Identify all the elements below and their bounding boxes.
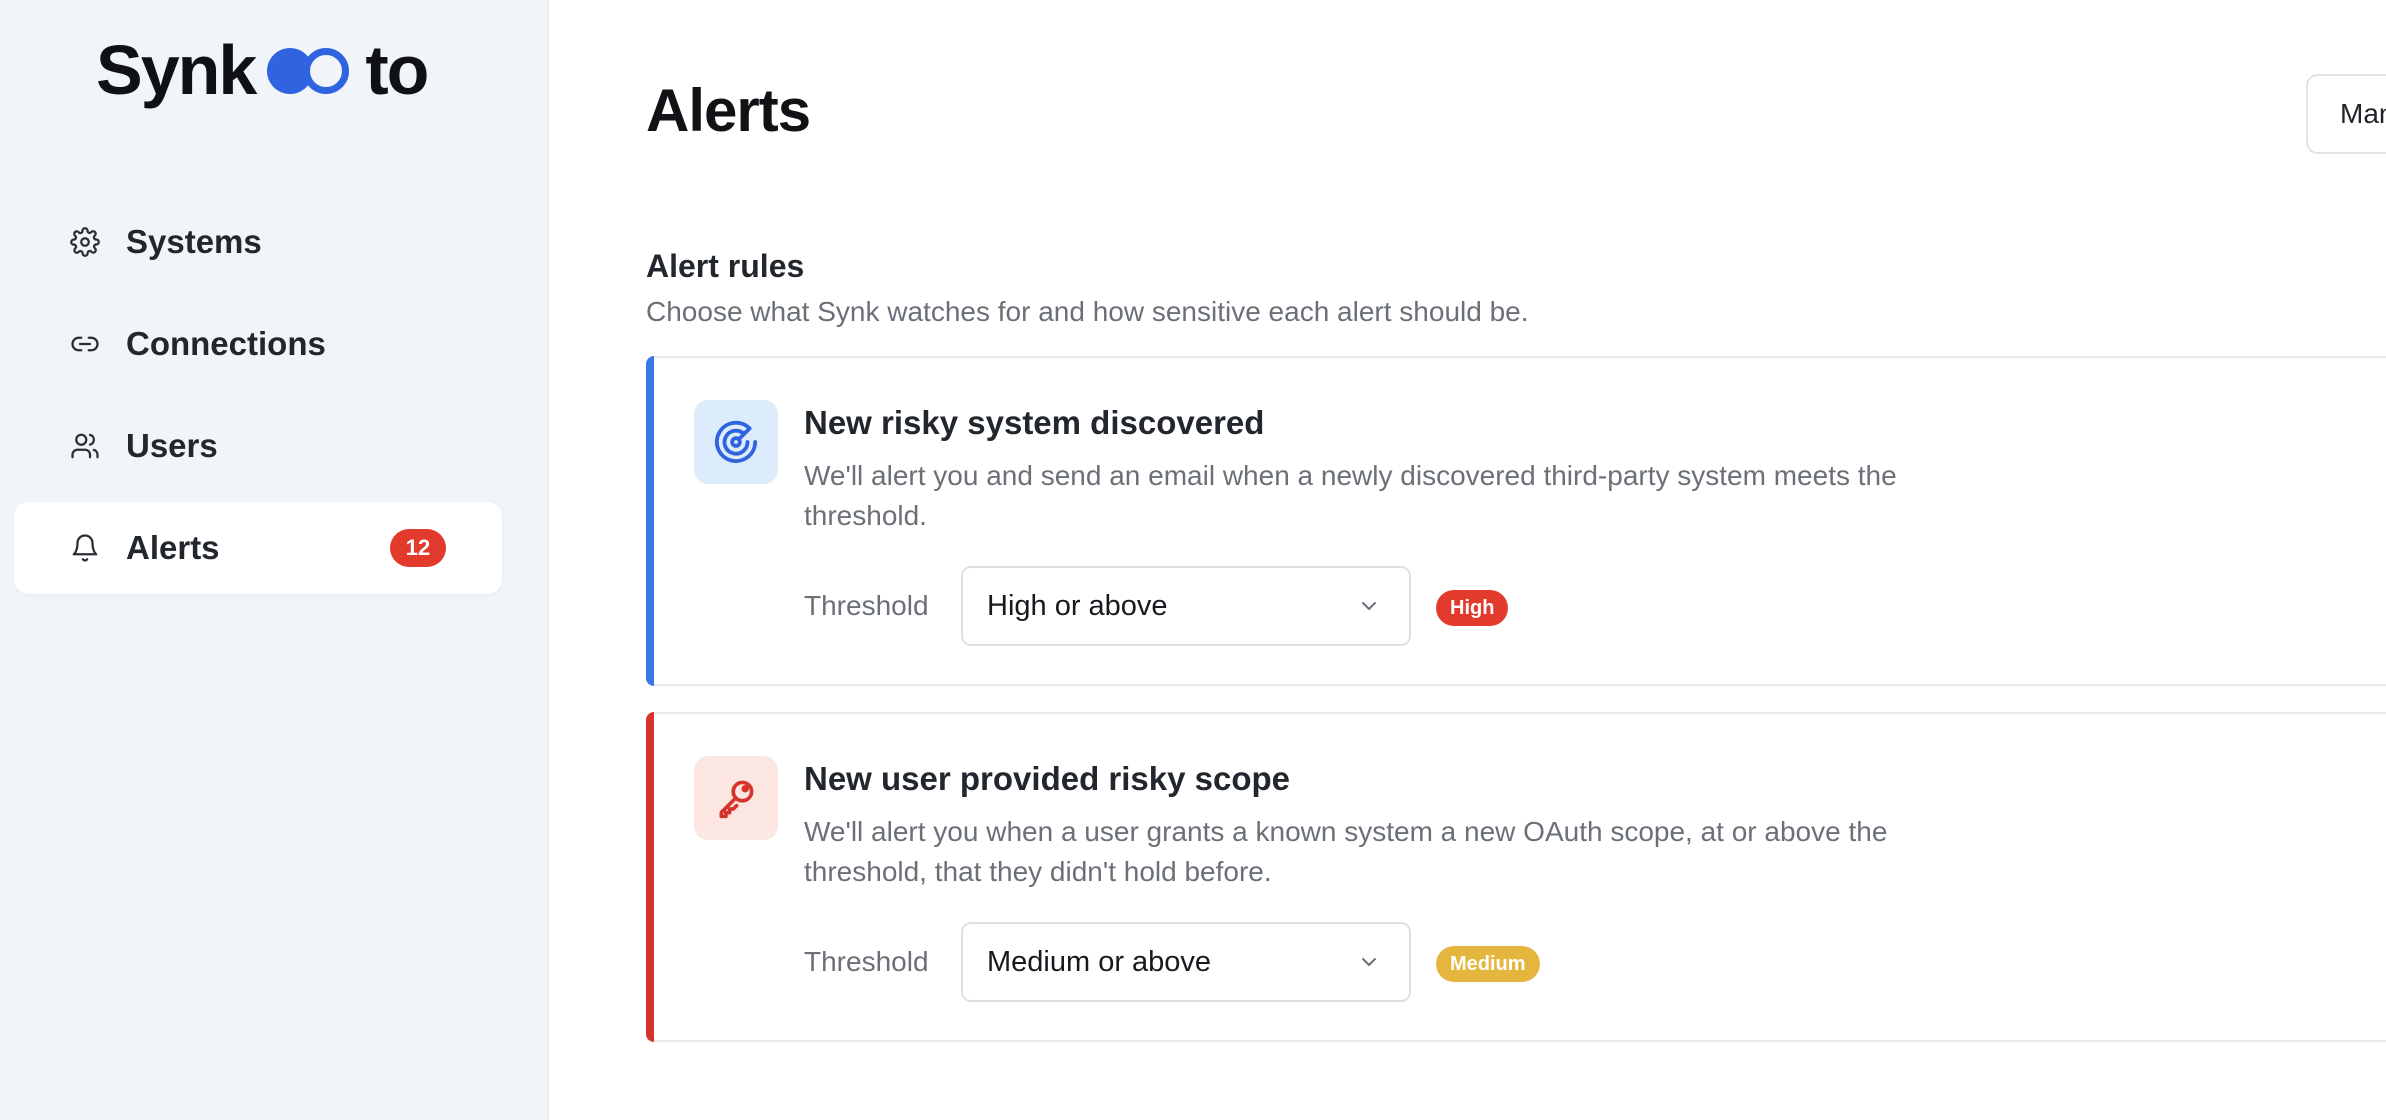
- sidebar-item-systems[interactable]: Systems: [14, 196, 502, 288]
- sidebar: Synk to Systems Connections Users Alerts…: [0, 0, 549, 1120]
- chevron-down-icon: [1362, 602, 1376, 610]
- brand-rings-icon: [265, 42, 353, 98]
- brand-logo[interactable]: Synk to: [96, 30, 429, 110]
- brand-text-right: to: [365, 31, 429, 109]
- card-accent-stripe: [646, 356, 654, 686]
- sidebar-item-users[interactable]: Users: [14, 400, 502, 492]
- bell-icon: [72, 534, 98, 562]
- threshold-select-value: High or above: [987, 589, 1168, 622]
- card-title: New risky system discovered: [804, 404, 1265, 441]
- alert-rule-card: New user provided risky scope We'll aler…: [646, 712, 2386, 1042]
- section-subtitle: Choose what Synk watches for and how sen…: [646, 296, 1529, 327]
- threshold-label: Threshold: [804, 946, 929, 977]
- app: Synk to Systems Connections Users Alerts…: [0, 0, 2386, 1120]
- card-description: We'll alert you when a user grants a kno…: [804, 816, 1888, 887]
- card-description: We'll alert you and send an email when a…: [804, 460, 1897, 531]
- main-content: Alerts Man Alert rules Choose what Synk …: [550, 0, 2386, 1120]
- alerts-count-badge: 12: [390, 529, 446, 567]
- alert-rule-card: New risky system discovered We'll alert …: [646, 356, 2386, 686]
- sidebar-nav: Systems Connections Users Alerts 12: [14, 196, 502, 604]
- card-accent-stripe: [646, 712, 654, 1042]
- key-icon: [694, 756, 778, 840]
- severity-badge: High: [1436, 590, 1509, 626]
- brand-text-left: Synk: [96, 31, 257, 109]
- threshold-select[interactable]: High or above: [961, 566, 1411, 646]
- gear-icon: [70, 227, 100, 257]
- users-icon: [71, 433, 99, 459]
- link-icon: [71, 336, 99, 352]
- section-title: Alert rules: [646, 248, 805, 284]
- chevron-down-icon: [1362, 958, 1376, 966]
- page-title: Alerts: [646, 77, 811, 144]
- threshold-label: Threshold: [804, 590, 929, 621]
- radar-icon: [694, 400, 778, 484]
- sidebar-item-label: Systems: [126, 223, 262, 260]
- manage-button[interactable]: Man: [2306, 74, 2386, 154]
- sidebar-item-label: Alerts: [126, 529, 220, 566]
- sidebar-item-label: Connections: [126, 325, 326, 362]
- sidebar-item-connections[interactable]: Connections: [14, 298, 502, 390]
- threshold-select-value: Medium or above: [987, 945, 1212, 978]
- sidebar-item-alerts[interactable]: Alerts 12: [14, 502, 502, 594]
- sidebar-item-label: Users: [126, 427, 218, 464]
- threshold-select[interactable]: Medium or above: [961, 922, 1411, 1002]
- severity-badge: Medium: [1436, 946, 1540, 982]
- card-title: New user provided risky scope: [804, 760, 1291, 797]
